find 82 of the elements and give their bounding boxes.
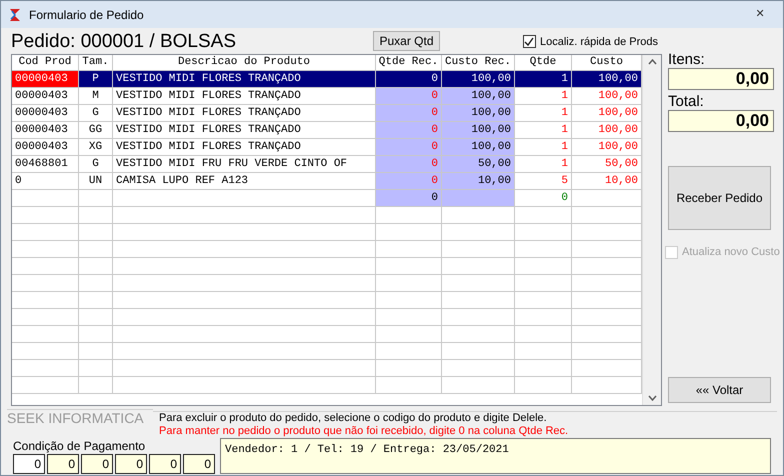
payment-field[interactable]: 0 bbox=[13, 454, 45, 474]
table-cell: GG bbox=[79, 122, 113, 139]
table-cell: G bbox=[79, 156, 113, 173]
table-cell: 1 bbox=[515, 139, 572, 156]
table-cell: 0 bbox=[376, 139, 442, 156]
window-title: Formulario de Pedido bbox=[29, 6, 145, 24]
table-cell: P bbox=[79, 71, 113, 88]
table-cell: G bbox=[79, 105, 113, 122]
table-row[interactable]: 0 0 bbox=[12, 190, 642, 207]
table-cell: 100,00 bbox=[442, 88, 515, 105]
table-row[interactable]: 00468801 G VESTIDO MIDI FRU FRU VERDE CINTO OF 0 50,00 1 50,00 bbox=[12, 156, 642, 173]
total-label: Total: bbox=[668, 94, 705, 110]
table-cell: 00000403 bbox=[12, 139, 79, 156]
table-cell: M bbox=[79, 88, 113, 105]
table-cell: 100,00 bbox=[572, 139, 642, 156]
payment-field[interactable]: 0 bbox=[149, 454, 181, 474]
table-row[interactable]: 00000403 P VESTIDO MIDI FLORES TRANÇADO 0 100,00 1 100,00 bbox=[12, 71, 642, 88]
group-label: SEEK INFORMATICA bbox=[7, 409, 153, 426]
table-cell: 0 bbox=[376, 156, 442, 173]
table-cell: 10,00 bbox=[572, 173, 642, 190]
table-cell: 0 bbox=[515, 190, 572, 207]
table-cell: 1 bbox=[515, 71, 572, 88]
payment-field[interactable]: 0 bbox=[183, 454, 215, 474]
checkbox-label: Localiz. rápida de Prods bbox=[540, 34, 658, 50]
table-cell: 00000403 bbox=[12, 71, 79, 88]
table-cell: XG bbox=[79, 139, 113, 156]
table-cell: 100,00 bbox=[572, 122, 642, 139]
table-cell: VESTIDO MIDI FRU FRU VERDE CINTO OF bbox=[113, 156, 376, 173]
back-button[interactable]: «« Voltar bbox=[668, 376, 771, 402]
notes-field[interactable]: Vendedor: 1 / Tel: 19 / Entrega: 23/05/2021 bbox=[220, 438, 771, 474]
payment-field[interactable]: 0 bbox=[115, 454, 147, 474]
table-row[interactable]: 0 UN CAMISA LUPO REF A123 0 10,00 5 10,00 bbox=[12, 173, 642, 190]
checkbox-label: Atualiza novo Custo bbox=[682, 245, 780, 260]
total-field: 0,00 bbox=[668, 110, 774, 132]
table-cell: 0 bbox=[376, 190, 442, 207]
table-cell: UN bbox=[79, 173, 113, 190]
table-row[interactable]: 00000403 G VESTIDO MIDI FLORES TRANÇADO 0 100,00 1 100,00 bbox=[12, 105, 642, 122]
table-cell: 0 bbox=[376, 122, 442, 139]
items-label: Itens: bbox=[668, 52, 706, 68]
table-cell: VESTIDO MIDI FLORES TRANÇADO bbox=[113, 139, 376, 156]
table-cell: 5 bbox=[515, 173, 572, 190]
table-cell: 100,00 bbox=[442, 105, 515, 122]
table-cell: 00000403 bbox=[12, 88, 79, 105]
table-cell: 100,00 bbox=[442, 122, 515, 139]
table-cell: 0 bbox=[376, 88, 442, 105]
table-cell: 100,00 bbox=[572, 105, 642, 122]
receive-order-button[interactable]: Receber Pedido bbox=[668, 166, 771, 230]
delete-hint: Para excluir o produto do pedido, selecione o codigo do produto e digite Delele. bbox=[159, 412, 548, 425]
table-cell: 100,00 bbox=[572, 88, 642, 105]
table-cell: 0 bbox=[376, 173, 442, 190]
table-cell: 00000403 bbox=[12, 122, 79, 139]
table-cell: 00468801 bbox=[12, 156, 79, 173]
table-cell: VESTIDO MIDI FLORES TRANÇADO bbox=[113, 105, 376, 122]
table-cell: 1 bbox=[515, 105, 572, 122]
table-cell: 50,00 bbox=[572, 156, 642, 173]
table-cell: 100,00 bbox=[572, 71, 642, 88]
payment-field[interactable]: 0 bbox=[81, 454, 113, 474]
table-cell: 0 bbox=[376, 105, 442, 122]
table-cell: VESTIDO MIDI FLORES TRANÇADO bbox=[113, 88, 376, 105]
close-button[interactable]: ✕ bbox=[747, 6, 773, 24]
table-row[interactable]: 00000403 M VESTIDO MIDI FLORES TRANÇADO 0 100,00 1 100,00 bbox=[12, 88, 642, 105]
table-cell: 100,00 bbox=[442, 139, 515, 156]
table-cell: 0 bbox=[12, 173, 79, 190]
table-cell: 100,00 bbox=[442, 71, 515, 88]
table-cell: VESTIDO MIDI FLORES TRANÇADO bbox=[113, 71, 376, 88]
table-cell: 0 bbox=[376, 71, 442, 88]
items-field: 0,00 bbox=[668, 68, 774, 90]
table-cell: 00000403 bbox=[12, 105, 79, 122]
table-row[interactable]: 00000403 GG VESTIDO MIDI FLORES TRANÇADO 0 100,00 1 100,00 bbox=[12, 122, 642, 139]
table-cell: 50,00 bbox=[442, 156, 515, 173]
table-cell: 10,00 bbox=[442, 173, 515, 190]
table-cell: VESTIDO MIDI FLORES TRANÇADO bbox=[113, 122, 376, 139]
order-title: Pedido: 000001 / BOLSAS bbox=[11, 32, 237, 52]
table-cell: CAMISA LUPO REF A123 bbox=[113, 173, 376, 190]
table-row[interactable]: 00000403 XG VESTIDO MIDI FLORES TRANÇADO 0 100,00 1 100,00 bbox=[12, 139, 642, 156]
payment-field[interactable]: 0 bbox=[47, 454, 79, 474]
warning-message: Para manter no pedido o produto que não foi recebido, digite 0 na coluna Qtde Rec. bbox=[159, 425, 570, 438]
pull-quantity-button[interactable]: Puxar Qtd bbox=[373, 31, 440, 51]
table-cell: 1 bbox=[515, 122, 572, 139]
payment-label: Condição de Pagamento bbox=[13, 439, 146, 453]
table-cell: 1 bbox=[515, 88, 572, 105]
table-cell: 1 bbox=[515, 156, 572, 173]
